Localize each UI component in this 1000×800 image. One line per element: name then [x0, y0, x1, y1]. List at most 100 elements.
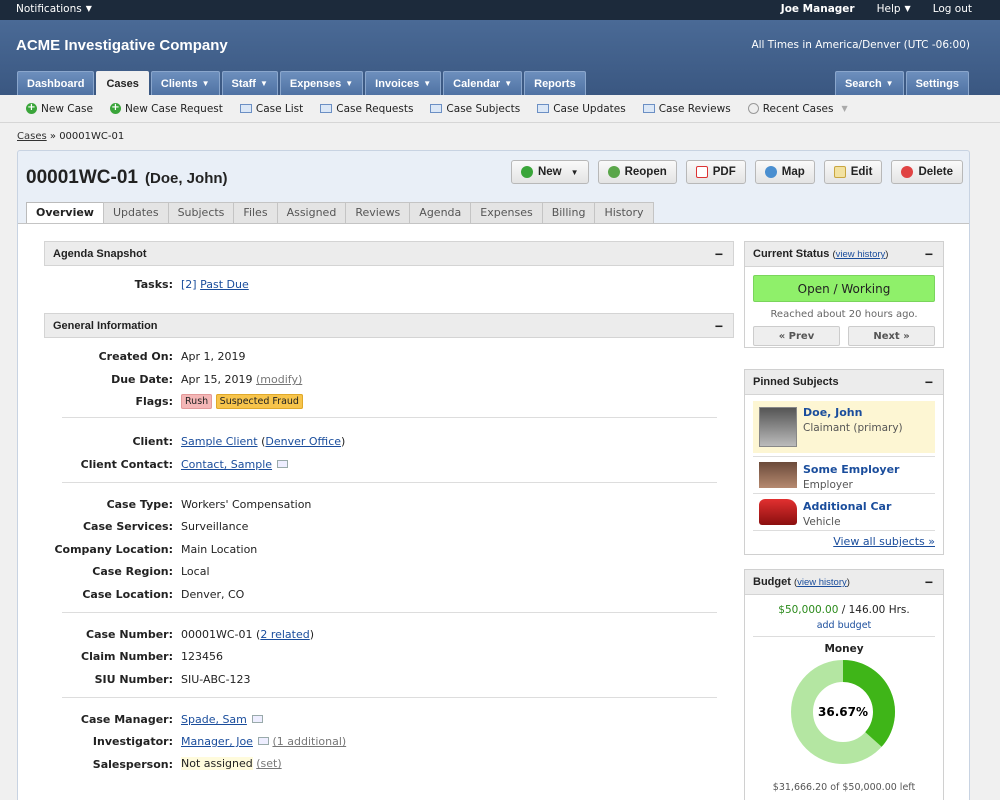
user-menu[interactable]: Joe Manager [781, 3, 855, 15]
pinned-subject-item[interactable]: Some Employer Employer [753, 458, 935, 496]
nav-search[interactable]: Search ▼ [834, 71, 904, 95]
case-tabs: Overview Updates Subjects Files Assigned… [26, 202, 654, 223]
tab-billing[interactable]: Billing [541, 202, 596, 223]
nav-tab-staff[interactable]: Staff ▼ [221, 71, 278, 95]
tab-expenses[interactable]: Expenses [470, 202, 543, 223]
collapse-icon[interactable]: − [715, 314, 723, 338]
nav-settings-label: Settings [915, 78, 959, 90]
help-menu[interactable]: Help ▼ [877, 3, 911, 15]
nav-tab-label: Dashboard [27, 78, 85, 90]
prev-status-button[interactable]: « Prev [753, 326, 840, 346]
pinned-subjects-box: Pinned Subjects − Doe, John Claimant (pr… [744, 369, 944, 555]
budget-hours: 146.00 Hrs. [848, 604, 910, 616]
nav-settings[interactable]: Settings [905, 71, 969, 95]
set-salesperson-link[interactable]: (set) [256, 757, 281, 770]
next-status-button[interactable]: Next » [848, 326, 935, 346]
case-manager-link[interactable]: Spade, Sam [181, 713, 247, 726]
nav-tab-label: Cases [106, 78, 139, 90]
add-budget-link[interactable]: add budget [745, 620, 943, 631]
case-actions: New ▼ Reopen PDF Map Edit Delete [510, 160, 963, 184]
tab-updates[interactable]: Updates [102, 202, 169, 223]
vcard-icon[interactable] [257, 737, 269, 745]
client-office-link[interactable]: Denver Office [265, 435, 341, 448]
case-requests-button[interactable]: Case Requests [320, 103, 413, 115]
view-all-subjects-link[interactable]: View all subjects » [833, 535, 935, 548]
tab-overview[interactable]: Overview [26, 202, 104, 223]
edit-button[interactable]: Edit [823, 160, 883, 184]
nav-tab-clients[interactable]: Clients ▼ [150, 71, 220, 95]
status-open-working[interactable]: Open / Working [753, 275, 935, 302]
client-link[interactable]: Sample Client [181, 435, 258, 448]
tab-agenda[interactable]: Agenda [409, 202, 472, 223]
budget-header[interactable]: Budget (view history) − [745, 570, 943, 595]
reopen-button[interactable]: Reopen [597, 160, 677, 184]
pinned-subject-item[interactable]: Additional Car Vehicle [753, 495, 935, 533]
breadcrumb-cases-link[interactable]: Cases [17, 131, 47, 142]
new-case-request-button[interactable]: + New Case Request [109, 103, 223, 115]
nav-tab-reports[interactable]: Reports [524, 71, 586, 95]
salesperson-value: Not assigned (set) [181, 757, 282, 770]
case-manager-value: Spade, Sam [181, 713, 263, 726]
status-history-link[interactable]: view history [836, 249, 886, 260]
case-subjects-button[interactable]: Case Subjects [430, 103, 520, 115]
case-reviews-button[interactable]: Case Reviews [642, 103, 731, 115]
pinned-subject-item[interactable]: Doe, John Claimant (primary) [753, 401, 935, 453]
collapse-icon[interactable]: − [715, 242, 723, 266]
general-information-header[interactable]: General Information − [44, 313, 734, 338]
subject-name-link[interactable]: Some Employer [803, 463, 899, 476]
company-location-label: Company Location: [54, 543, 173, 556]
current-status-header[interactable]: Current Status (view history) − [745, 242, 943, 267]
map-button[interactable]: Map [754, 160, 815, 184]
nav-tab-invoices[interactable]: Invoices ▼ [365, 71, 442, 95]
past-due-link[interactable]: Past Due [200, 278, 249, 291]
divider [753, 636, 935, 637]
agenda-snapshot-header[interactable]: Agenda Snapshot − [44, 241, 734, 266]
nav-tab-cases[interactable]: Cases [96, 71, 149, 95]
case-list-button[interactable]: Case List [239, 103, 303, 115]
recent-cases-menu[interactable]: Recent Cases ▼ [747, 103, 848, 115]
refresh-icon [607, 166, 620, 178]
logout-link[interactable]: Log out [933, 3, 972, 15]
related-cases-link[interactable]: 2 related [260, 628, 309, 641]
collapse-icon[interactable]: − [925, 570, 933, 594]
subject-type: Claimant (primary) [803, 422, 903, 434]
case-updates-button[interactable]: Case Updates [537, 103, 626, 115]
plus-icon [520, 166, 533, 178]
additional-investigators-link[interactable]: (1 additional) [272, 735, 346, 748]
budget-history-link[interactable]: view history [797, 577, 847, 588]
pinned-subjects-header[interactable]: Pinned Subjects − [745, 370, 943, 395]
notifications-menu[interactable]: Notifications ▼ [16, 3, 92, 15]
collapse-icon[interactable]: − [925, 242, 933, 266]
edit-label: Edit [850, 166, 873, 178]
current-status-box: Current Status (view history) − Open / W… [744, 241, 944, 348]
agenda-snapshot-title: Agenda Snapshot [53, 248, 147, 260]
client-contact-link[interactable]: Contact, Sample [181, 458, 272, 471]
nav-tab-label: Staff [231, 78, 256, 90]
subject-photo-car [759, 499, 797, 525]
nav-tab-dashboard[interactable]: Dashboard [17, 71, 95, 95]
new-case-button[interactable]: + New Case [26, 103, 93, 115]
subject-name-link[interactable]: Doe, John [803, 406, 862, 419]
subject-photo-person [759, 407, 797, 447]
tab-files[interactable]: Files [233, 202, 278, 223]
delete-button[interactable]: Delete [891, 160, 963, 184]
tab-subjects[interactable]: Subjects [167, 202, 235, 223]
case-type-value: Workers' Compensation [181, 498, 312, 511]
nav-tab-label: Calendar [453, 78, 501, 90]
tab-history[interactable]: History [594, 202, 654, 223]
collapse-icon[interactable]: − [925, 370, 933, 394]
vcard-icon[interactable] [251, 715, 263, 723]
tab-reviews[interactable]: Reviews [345, 202, 411, 223]
nav-tab-calendar[interactable]: Calendar ▼ [443, 71, 523, 95]
case-number-label: Case Number: [86, 628, 173, 641]
vcard-icon[interactable] [277, 460, 289, 468]
investigator-link[interactable]: Manager, Joe [181, 735, 253, 748]
nav-tab-expenses[interactable]: Expenses ▼ [279, 71, 364, 95]
budget-separator: / [841, 604, 846, 616]
new-button[interactable]: New ▼ [510, 160, 589, 184]
tab-assigned[interactable]: Assigned [276, 202, 347, 223]
case-panel: 00001WC-01 (Doe, John) New ▼ Reopen PDF M… [17, 150, 970, 800]
modify-due-date-link[interactable]: (modify) [256, 373, 302, 386]
subject-name-link[interactable]: Additional Car [803, 500, 891, 513]
pdf-button[interactable]: PDF [685, 160, 746, 184]
